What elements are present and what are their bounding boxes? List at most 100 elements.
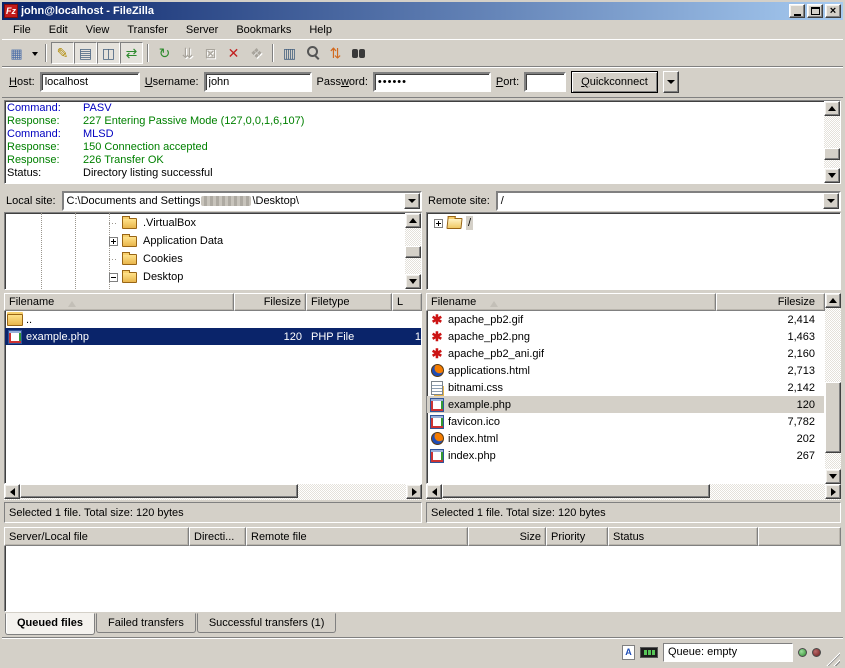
find-files-button[interactable] — [347, 42, 370, 64]
tree-item[interactable]: Cookies — [6, 250, 404, 268]
local-tree-scrollbar[interactable] — [405, 213, 421, 289]
quickconnect-button[interactable]: Quickconnect — [571, 71, 658, 93]
column-header-direction[interactable]: Directi... — [189, 527, 246, 546]
tree-expander-icon[interactable] — [109, 223, 118, 224]
column-header-last-modified[interactable]: L — [392, 293, 422, 311]
title-bar[interactable]: Fz john@localhost - FileZilla × — [2, 2, 843, 20]
maximize-button[interactable] — [807, 4, 823, 18]
column-header-filesize[interactable]: Filesize — [234, 293, 306, 311]
scroll-up-button[interactable] — [405, 213, 421, 228]
scrollbar-thumb[interactable] — [442, 484, 710, 498]
data-type-indicator-icon[interactable] — [622, 645, 635, 660]
tree-item[interactable]: Application Data — [6, 232, 404, 250]
file-row[interactable]: index.php 267 — [427, 447, 824, 464]
menu-item[interactable]: Edit — [40, 21, 77, 39]
file-row[interactable]: bitnami.css 2,142 — [427, 379, 824, 396]
scrollbar-thumb[interactable] — [825, 382, 841, 453]
menu-item[interactable]: View — [77, 21, 119, 39]
tree-expander-icon[interactable] — [109, 259, 118, 260]
tab-successful-transfers[interactable]: Successful transfers (1) — [197, 613, 337, 633]
remote-path-dropdown-button[interactable] — [823, 193, 839, 209]
file-row[interactable]: example.php 120 PHP File 1 — [5, 328, 421, 345]
synchronized-browsing-button[interactable]: ⇅ — [324, 42, 347, 64]
column-header-server-local-file[interactable]: Server/Local file — [4, 527, 189, 546]
directory-comparison-button[interactable] — [301, 42, 324, 64]
username-input[interactable] — [204, 72, 312, 92]
tb-dropdown[interactable] — [28, 42, 41, 64]
scroll-up-button[interactable] — [825, 293, 841, 308]
toolbar-separator[interactable] — [272, 44, 274, 62]
file-row[interactable]: apache_pb2_ani.gif 2,160 — [427, 345, 824, 362]
column-header-filetype[interactable]: Filetype — [306, 293, 392, 311]
file-row[interactable]: favicon.ico 7,782 — [427, 413, 824, 430]
scroll-right-button[interactable] — [825, 484, 841, 499]
scrollbar-thumb[interactable] — [405, 246, 421, 258]
menu-item[interactable]: File — [4, 21, 40, 39]
menu-item[interactable]: Help — [300, 21, 341, 39]
file-row[interactable]: apache_pb2.png 1,463 — [427, 328, 824, 345]
file-row[interactable]: example.php 120 — [427, 396, 824, 413]
reconnect-button[interactable]: ❖ — [245, 42, 268, 64]
tree-item[interactable]: Desktop — [6, 268, 404, 286]
file-row[interactable]: .. — [5, 311, 421, 328]
scroll-left-button[interactable] — [4, 484, 20, 499]
cancel-operation-button[interactable]: ⊠ — [199, 42, 222, 64]
remote-path-combobox[interactable]: / — [496, 191, 841, 211]
process-queue-button[interactable]: ⇊ — [176, 42, 199, 64]
scroll-right-button[interactable] — [406, 484, 422, 499]
scroll-down-button[interactable] — [825, 469, 841, 484]
menu-item[interactable]: Transfer — [118, 21, 177, 39]
column-header-filename[interactable]: Filename — [4, 293, 234, 311]
scrollbar-thumb[interactable] — [20, 484, 298, 498]
remote-horizontal-scrollbar[interactable] — [426, 484, 841, 500]
log-scrollbar[interactable] — [824, 101, 840, 183]
resize-grip[interactable] — [826, 652, 840, 666]
toggle-transfer-queue-button[interactable]: ⇄ — [120, 42, 143, 64]
refresh-button[interactable]: ↻ — [153, 42, 176, 64]
toggle-message-log-button[interactable]: ✎ — [51, 42, 74, 64]
tree-expander-icon[interactable] — [434, 219, 443, 228]
tree-expander-icon[interactable] — [109, 273, 118, 282]
tab-queued-files[interactable]: Queued files — [5, 613, 95, 635]
column-header-filesize[interactable]: Filesize — [716, 293, 825, 311]
column-header-priority[interactable]: Priority — [546, 527, 608, 546]
remote-list-scrollbar[interactable] — [825, 293, 841, 484]
tree-item[interactable]: .VirtualBox — [6, 214, 404, 232]
tree-item[interactable]: / — [428, 214, 839, 232]
local-path-dropdown-button[interactable] — [404, 193, 420, 209]
column-header-remote-file[interactable]: Remote file — [246, 527, 468, 546]
tab-failed-transfers[interactable]: Failed transfers — [96, 613, 196, 633]
file-row[interactable]: applications.html 2,713 — [427, 362, 824, 379]
host-input[interactable] — [40, 72, 140, 92]
file-type-icon — [429, 449, 445, 462]
column-header-filename[interactable]: Filename — [426, 293, 716, 311]
scroll-left-button[interactable] — [426, 484, 442, 499]
close-button[interactable]: × — [825, 4, 841, 18]
menu-item[interactable]: Bookmarks — [227, 21, 300, 39]
toolbar-separator[interactable] — [45, 44, 47, 62]
menu-item[interactable]: Server — [177, 21, 227, 39]
scroll-down-button[interactable] — [824, 168, 840, 183]
quickconnect-dropdown-button[interactable] — [663, 71, 679, 93]
scrollbar-thumb[interactable] — [824, 148, 840, 159]
disconnect-button[interactable]: ✕ — [222, 42, 245, 64]
local-horizontal-scrollbar[interactable] — [4, 484, 422, 500]
scroll-down-button[interactable] — [405, 274, 421, 289]
column-header-status[interactable]: Status — [608, 527, 758, 546]
port-input[interactable] — [524, 72, 566, 92]
file-type-icon — [429, 313, 445, 326]
local-path-combobox[interactable]: C:\Documents and Settings\Desktop\ — [62, 191, 422, 211]
filter-button[interactable]: ▥ — [278, 42, 301, 64]
minimize-button[interactable] — [789, 4, 805, 18]
file-row[interactable]: index.html 202 — [427, 430, 824, 447]
speed-limit-icon[interactable] — [640, 647, 658, 658]
scroll-up-button[interactable] — [824, 101, 840, 116]
file-row[interactable]: apache_pb2.gif 2,414 — [427, 311, 824, 328]
toolbar-separator[interactable] — [147, 44, 149, 62]
column-header-size[interactable]: Size — [468, 527, 546, 546]
toggle-local-tree-button[interactable]: ▤ — [74, 42, 97, 64]
password-input[interactable] — [373, 72, 491, 92]
tree-expander-icon[interactable] — [109, 237, 118, 246]
toggle-remote-tree-button[interactable]: ◫ — [97, 42, 120, 64]
site-manager-button[interactable]: ▦ — [5, 42, 28, 64]
